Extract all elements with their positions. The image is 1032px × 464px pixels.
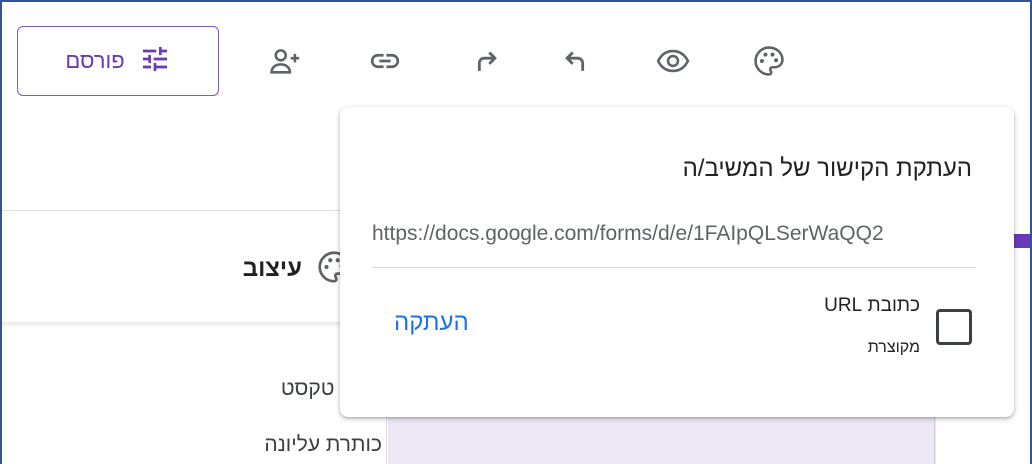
link-icon[interactable] [366, 42, 404, 80]
copy-button[interactable]: העתקה [394, 309, 469, 337]
header-style-label: כותרת עליונה [264, 433, 382, 456]
dialog-title: העתקת הקישור של המשיב/ה [682, 155, 972, 182]
canvas-edge [934, 417, 935, 464]
eye-icon[interactable] [654, 42, 692, 80]
copy-link-dialog: העתקת הקישור של המשיב/ה https://docs.goo… [340, 107, 1014, 417]
design-panel-header: עיצוב [192, 244, 352, 294]
shorten-url-checkbox[interactable] [936, 309, 972, 345]
undo-icon[interactable] [558, 42, 596, 80]
shorten-url-label-line1: כתובת URL [824, 295, 920, 316]
add-person-icon[interactable] [266, 42, 304, 80]
url-underline [372, 267, 976, 268]
published-button[interactable]: פורסם [17, 26, 219, 96]
form-header-accent [1012, 234, 1030, 248]
shorten-url-label-line2: מקוצרת [867, 339, 920, 356]
palette-icon[interactable] [750, 42, 788, 80]
shorten-url-label: כתובת URL מקוצרת [770, 293, 920, 361]
design-title: עיצוב [242, 255, 302, 282]
responder-url-field[interactable]: https://docs.google.com/forms/d/e/1FAIpQ… [372, 222, 976, 262]
form-canvas-background [388, 417, 936, 464]
panel-shadow [2, 322, 386, 328]
publish-label: פורסם [65, 48, 125, 73]
window-frame: פורסם עיצוב סגנון טקסט כותרת עליונה העתק… [0, 0, 1032, 464]
redo-icon[interactable] [466, 42, 504, 80]
tune-icon [139, 43, 171, 80]
